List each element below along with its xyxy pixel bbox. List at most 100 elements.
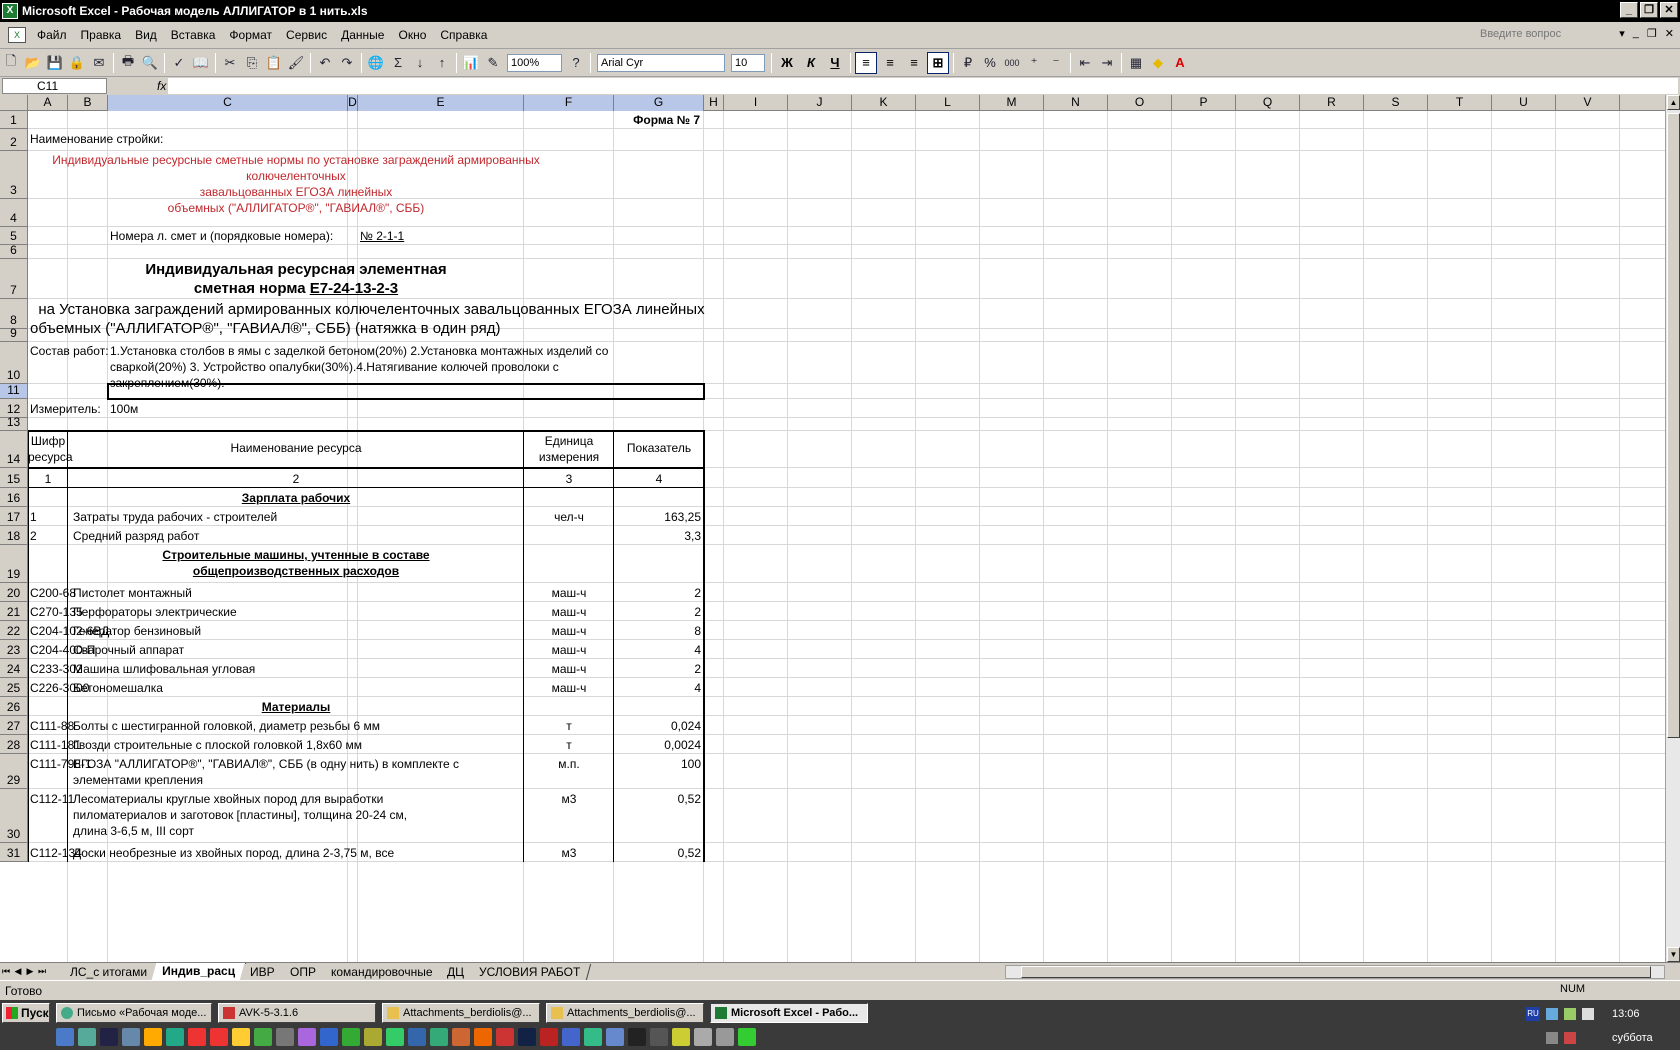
quick-launch-icon[interactable] xyxy=(584,1028,602,1046)
column-header-a[interactable]: A xyxy=(28,95,68,111)
quick-launch-icon[interactable] xyxy=(430,1028,448,1046)
row-header-10[interactable]: 10 xyxy=(0,342,28,384)
resource-name[interactable]: Доски необрезные из хвойных пород, длина… xyxy=(73,845,394,861)
resource-code[interactable]: 1 xyxy=(30,509,37,525)
quick-launch-icon[interactable] xyxy=(298,1028,316,1046)
tab-ls-totals[interactable]: ЛС_с итогами xyxy=(59,963,159,980)
paste-icon[interactable]: 📋 xyxy=(264,53,284,73)
row-header-2[interactable]: 2 xyxy=(0,129,28,151)
new-icon[interactable]: 🗋 xyxy=(1,53,21,73)
save-icon[interactable]: 💾 xyxy=(45,53,65,73)
task-chrome[interactable]: Письмо «Рабочая моде... xyxy=(56,1003,212,1023)
fx-icon[interactable]: fx xyxy=(157,79,166,93)
bold-button[interactable]: Ж xyxy=(776,52,798,74)
table-header[interactable]: Единица измерения xyxy=(524,433,614,465)
align-center-icon[interactable]: ≡ xyxy=(879,52,901,74)
row-header-19[interactable]: 19 xyxy=(0,545,28,583)
doc-close-icon[interactable]: ✕ xyxy=(1665,27,1674,40)
currency-icon[interactable]: ₽ xyxy=(958,53,978,73)
resource-value[interactable]: 0,52 xyxy=(614,845,701,861)
column-header-r[interactable]: R xyxy=(1300,95,1364,111)
row-header-23[interactable]: 23 xyxy=(0,640,28,659)
quick-launch-icon[interactable] xyxy=(122,1028,140,1046)
row-header-13[interactable]: 13 xyxy=(0,415,28,431)
resource-value[interactable]: 100 xyxy=(614,756,701,772)
sort-ascending-icon[interactable]: ↓ xyxy=(410,53,430,73)
row-header-3[interactable]: 3 xyxy=(0,151,28,199)
works-label[interactable]: Состав работ: xyxy=(30,343,109,359)
quick-launch-icon[interactable] xyxy=(672,1028,690,1046)
column-number[interactable]: 2 xyxy=(68,471,524,487)
tab-ivr[interactable]: ИВР xyxy=(239,963,286,980)
close-button[interactable]: ✕ xyxy=(1660,2,1678,18)
row-header-6[interactable]: 6 xyxy=(0,243,28,259)
row-header-22[interactable]: 22 xyxy=(0,621,28,640)
first-sheet-icon[interactable]: ⏮ xyxy=(0,966,12,977)
open-icon[interactable]: 📂 xyxy=(23,53,43,73)
research-icon[interactable]: 📖 xyxy=(191,53,211,73)
quick-launch-icon[interactable] xyxy=(738,1028,756,1046)
column-header-j[interactable]: J xyxy=(788,95,852,111)
table-header[interactable]: Показатель xyxy=(614,440,704,456)
quick-launch-icon[interactable] xyxy=(100,1028,118,1046)
resource-unit[interactable]: маш-ч xyxy=(524,642,614,658)
row-header-27[interactable]: 27 xyxy=(0,716,28,735)
font-color-icon[interactable]: A xyxy=(1170,53,1190,73)
column-header-q[interactable]: Q xyxy=(1236,95,1300,111)
chart-wizard-icon[interactable]: 📊 xyxy=(461,53,481,73)
row-header-11[interactable]: 11 xyxy=(0,383,28,399)
resource-value[interactable]: 2 xyxy=(614,661,701,677)
resource-unit[interactable]: м3 xyxy=(524,791,614,807)
language-indicator[interactable]: RU xyxy=(1526,1007,1540,1021)
column-header-s[interactable]: S xyxy=(1364,95,1428,111)
volume-icon[interactable] xyxy=(1582,1008,1594,1020)
resource-unit[interactable]: м3 xyxy=(524,845,614,861)
spreadsheet-grid[interactable]: ABCDEFGHIJKLMNOPQRSTUV 1 2 3 4 5 6 7 8 9 10 11 12 13… xyxy=(0,95,1680,962)
permission-icon[interactable]: 🔒 xyxy=(67,53,87,73)
quick-launch-icon[interactable] xyxy=(320,1028,338,1046)
resource-name[interactable]: Затраты труда рабочих - строителей xyxy=(73,509,277,525)
column-header-f[interactable]: F xyxy=(524,95,614,111)
resource-value[interactable]: 3,3 xyxy=(614,528,701,544)
resource-value[interactable]: 4 xyxy=(614,680,701,696)
selected-cell[interactable] xyxy=(107,383,705,400)
name-box[interactable]: C11 xyxy=(2,78,107,94)
scroll-up-icon[interactable]: ▲ xyxy=(1667,95,1680,110)
resource-value[interactable]: 4 xyxy=(614,642,701,658)
format-painter-icon[interactable]: 🖌 xyxy=(286,53,306,73)
column-header-h[interactable]: H xyxy=(704,95,724,111)
column-header-b[interactable]: B xyxy=(68,95,108,111)
select-all-corner[interactable] xyxy=(0,95,28,111)
align-left-icon[interactable]: ≡ xyxy=(855,51,877,74)
quick-launch-icon[interactable] xyxy=(606,1028,624,1046)
row-header-1[interactable]: 1 xyxy=(0,111,28,129)
resource-value[interactable]: 2 xyxy=(614,604,701,620)
hyperlink-icon[interactable]: 🌐 xyxy=(366,53,386,73)
estimate-numbers-label[interactable]: Номера л. смет и (порядковые номера): xyxy=(110,228,333,244)
row-header-30[interactable]: 30 xyxy=(0,789,28,843)
column-number[interactable]: 1 xyxy=(28,471,68,487)
row-header-18[interactable]: 18 xyxy=(0,526,28,545)
quick-launch-icon[interactable] xyxy=(452,1028,470,1046)
font-select[interactable]: Arial Cyr xyxy=(597,53,725,72)
resource-name[interactable]: Болты с шестигранной головкой, диаметр р… xyxy=(73,718,380,734)
borders-icon[interactable]: ▦ xyxy=(1126,53,1146,73)
undo-icon[interactable]: ↶ xyxy=(315,53,335,73)
quick-launch-icon[interactable] xyxy=(518,1028,536,1046)
resource-value[interactable]: 8 xyxy=(614,623,701,639)
norm-title[interactable]: Индивидуальная ресурсная элементная сметн… xyxy=(28,260,564,298)
column-header-m[interactable]: M xyxy=(980,95,1044,111)
column-number[interactable]: 4 xyxy=(614,471,704,487)
meter-value[interactable]: 100м xyxy=(110,401,138,417)
resource-value[interactable]: 0,0024 xyxy=(614,737,701,753)
table-header[interactable]: Шифр ресурса xyxy=(28,433,73,465)
resource-unit[interactable]: маш-ч xyxy=(524,585,614,601)
tray-app-icon[interactable] xyxy=(1564,1008,1576,1020)
column-header-g[interactable]: G xyxy=(614,95,704,111)
menu-tools[interactable]: Сервис xyxy=(279,28,334,42)
network-icon[interactable] xyxy=(1546,1008,1558,1020)
prev-sheet-icon[interactable]: ◀ xyxy=(12,966,24,977)
quick-launch-icon[interactable] xyxy=(716,1028,734,1046)
quick-launch-icon[interactable] xyxy=(342,1028,360,1046)
quick-launch-icon[interactable] xyxy=(254,1028,272,1046)
